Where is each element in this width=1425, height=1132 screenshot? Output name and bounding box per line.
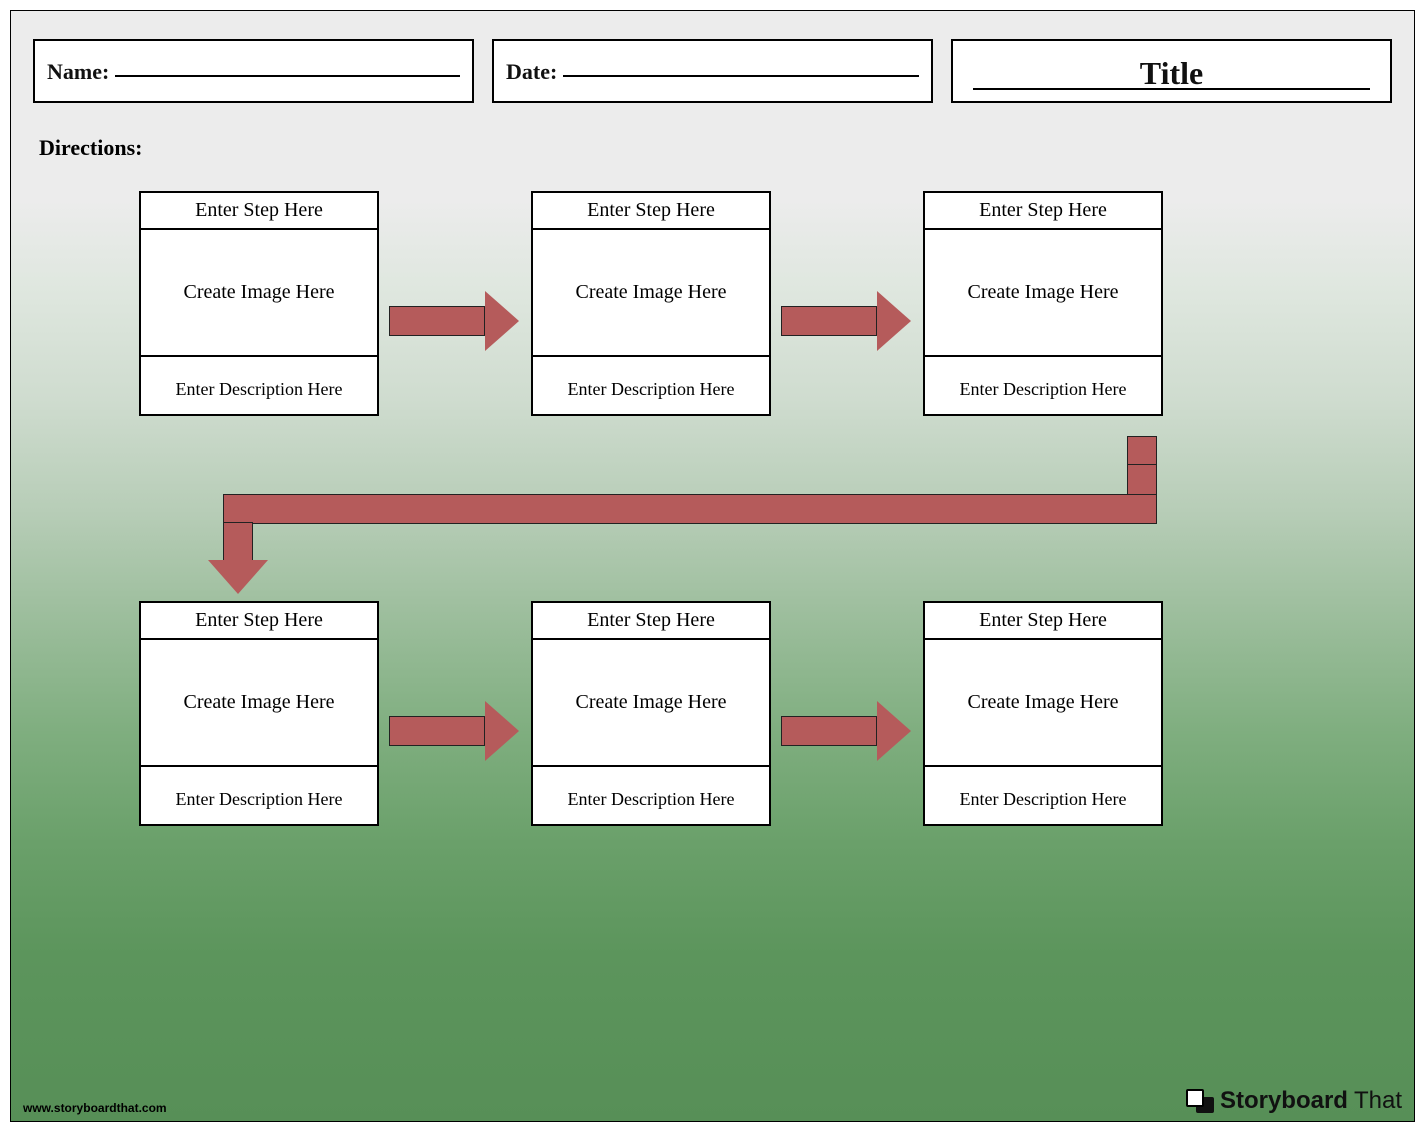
step-description[interactable]: Enter Description Here bbox=[141, 365, 377, 414]
brand-text-a: Storyboard bbox=[1220, 1087, 1348, 1115]
date-label: Date: bbox=[506, 59, 557, 85]
name-field-box[interactable]: Name: bbox=[33, 39, 474, 103]
arrow-right-icon bbox=[389, 291, 519, 351]
step-title[interactable]: Enter Step Here bbox=[533, 193, 769, 230]
step-card-4[interactable]: Enter Step Here Create Image Here Enter … bbox=[139, 601, 379, 826]
step-title[interactable]: Enter Step Here bbox=[925, 603, 1161, 640]
step-description[interactable]: Enter Description Here bbox=[533, 365, 769, 414]
step-card-6[interactable]: Enter Step Here Create Image Here Enter … bbox=[923, 601, 1163, 826]
directions-label: Directions: bbox=[11, 103, 1414, 161]
step-image-area[interactable]: Create Image Here bbox=[533, 640, 769, 775]
step-image-area[interactable]: Create Image Here bbox=[925, 640, 1161, 775]
step-description[interactable]: Enter Description Here bbox=[141, 775, 377, 824]
step-card-3[interactable]: Enter Step Here Create Image Here Enter … bbox=[923, 191, 1163, 416]
date-blank-line bbox=[563, 75, 919, 77]
step-image-area[interactable]: Create Image Here bbox=[925, 230, 1161, 365]
date-field-box[interactable]: Date: bbox=[492, 39, 933, 103]
title-field-box[interactable]: Title bbox=[951, 39, 1392, 103]
step-card-5[interactable]: Enter Step Here Create Image Here Enter … bbox=[531, 601, 771, 826]
connector-arrow bbox=[191, 436, 1171, 616]
step-image-area[interactable]: Create Image Here bbox=[533, 230, 769, 365]
header-row: Name: Date: Title bbox=[11, 11, 1414, 103]
arrow-right-icon bbox=[781, 291, 911, 351]
storyboard-icon bbox=[1186, 1089, 1214, 1113]
step-description[interactable]: Enter Description Here bbox=[925, 365, 1161, 414]
brand-text-b: That bbox=[1354, 1087, 1402, 1115]
step-card-2[interactable]: Enter Step Here Create Image Here Enter … bbox=[531, 191, 771, 416]
step-title[interactable]: Enter Step Here bbox=[925, 193, 1161, 230]
step-title[interactable]: Enter Step Here bbox=[141, 193, 377, 230]
worksheet-page: Name: Date: Title Directions: Enter Step… bbox=[10, 10, 1415, 1122]
footer-url: www.storyboardthat.com bbox=[23, 1101, 167, 1115]
flowchart-area: Enter Step Here Create Image Here Enter … bbox=[11, 181, 1414, 1001]
step-image-area[interactable]: Create Image Here bbox=[141, 640, 377, 775]
page-footer: www.storyboardthat.com StoryboardThat bbox=[23, 1087, 1402, 1115]
step-description[interactable]: Enter Description Here bbox=[533, 775, 769, 824]
step-title[interactable]: Enter Step Here bbox=[533, 603, 769, 640]
arrow-right-icon bbox=[389, 701, 519, 761]
step-title[interactable]: Enter Step Here bbox=[141, 603, 377, 640]
brand-logo: StoryboardThat bbox=[1186, 1087, 1402, 1115]
name-blank-line bbox=[115, 75, 460, 77]
title-label: Title bbox=[1140, 55, 1203, 92]
step-card-1[interactable]: Enter Step Here Create Image Here Enter … bbox=[139, 191, 379, 416]
name-label: Name: bbox=[47, 59, 109, 85]
step-description[interactable]: Enter Description Here bbox=[925, 775, 1161, 824]
step-image-area[interactable]: Create Image Here bbox=[141, 230, 377, 365]
arrow-right-icon bbox=[781, 701, 911, 761]
title-underline bbox=[973, 88, 1369, 90]
